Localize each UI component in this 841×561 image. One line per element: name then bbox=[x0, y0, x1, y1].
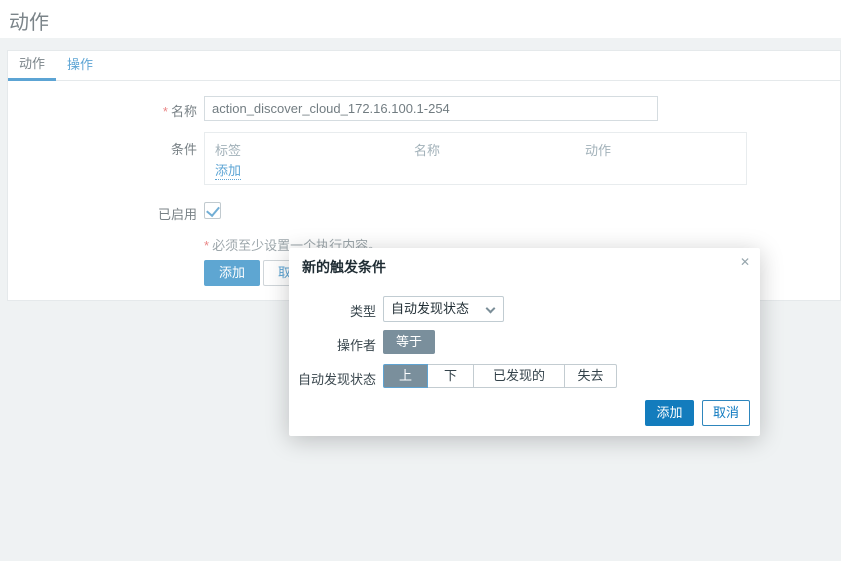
segment-up[interactable]: 上 bbox=[383, 364, 428, 388]
discovery-status-segments: 上 下 已发现的 失去 bbox=[383, 364, 617, 388]
operator-equals-button[interactable]: 等于 bbox=[383, 330, 435, 354]
chevron-down-icon bbox=[486, 304, 496, 314]
discovery-status-label: 自动发现状态 bbox=[289, 369, 376, 388]
dialog-cancel-button[interactable]: 取消 bbox=[702, 400, 750, 426]
close-icon[interactable]: ✕ bbox=[740, 255, 750, 269]
type-select-value: 自动发现状态 bbox=[391, 301, 469, 316]
new-condition-dialog: 新的触发条件 ✕ 类型 自动发现状态 操作者 等于 自动发现状态 上 下 已发现… bbox=[289, 248, 760, 436]
dialog-add-button[interactable]: 添加 bbox=[645, 400, 694, 426]
segment-discovered[interactable]: 已发现的 bbox=[473, 364, 565, 388]
type-select[interactable]: 自动发现状态 bbox=[383, 296, 504, 322]
segment-lost[interactable]: 失去 bbox=[564, 364, 617, 388]
segment-down[interactable]: 下 bbox=[427, 364, 474, 388]
dialog-title: 新的触发条件 bbox=[302, 257, 386, 277]
operator-label: 操作者 bbox=[289, 335, 376, 354]
type-label: 类型 bbox=[289, 301, 376, 320]
